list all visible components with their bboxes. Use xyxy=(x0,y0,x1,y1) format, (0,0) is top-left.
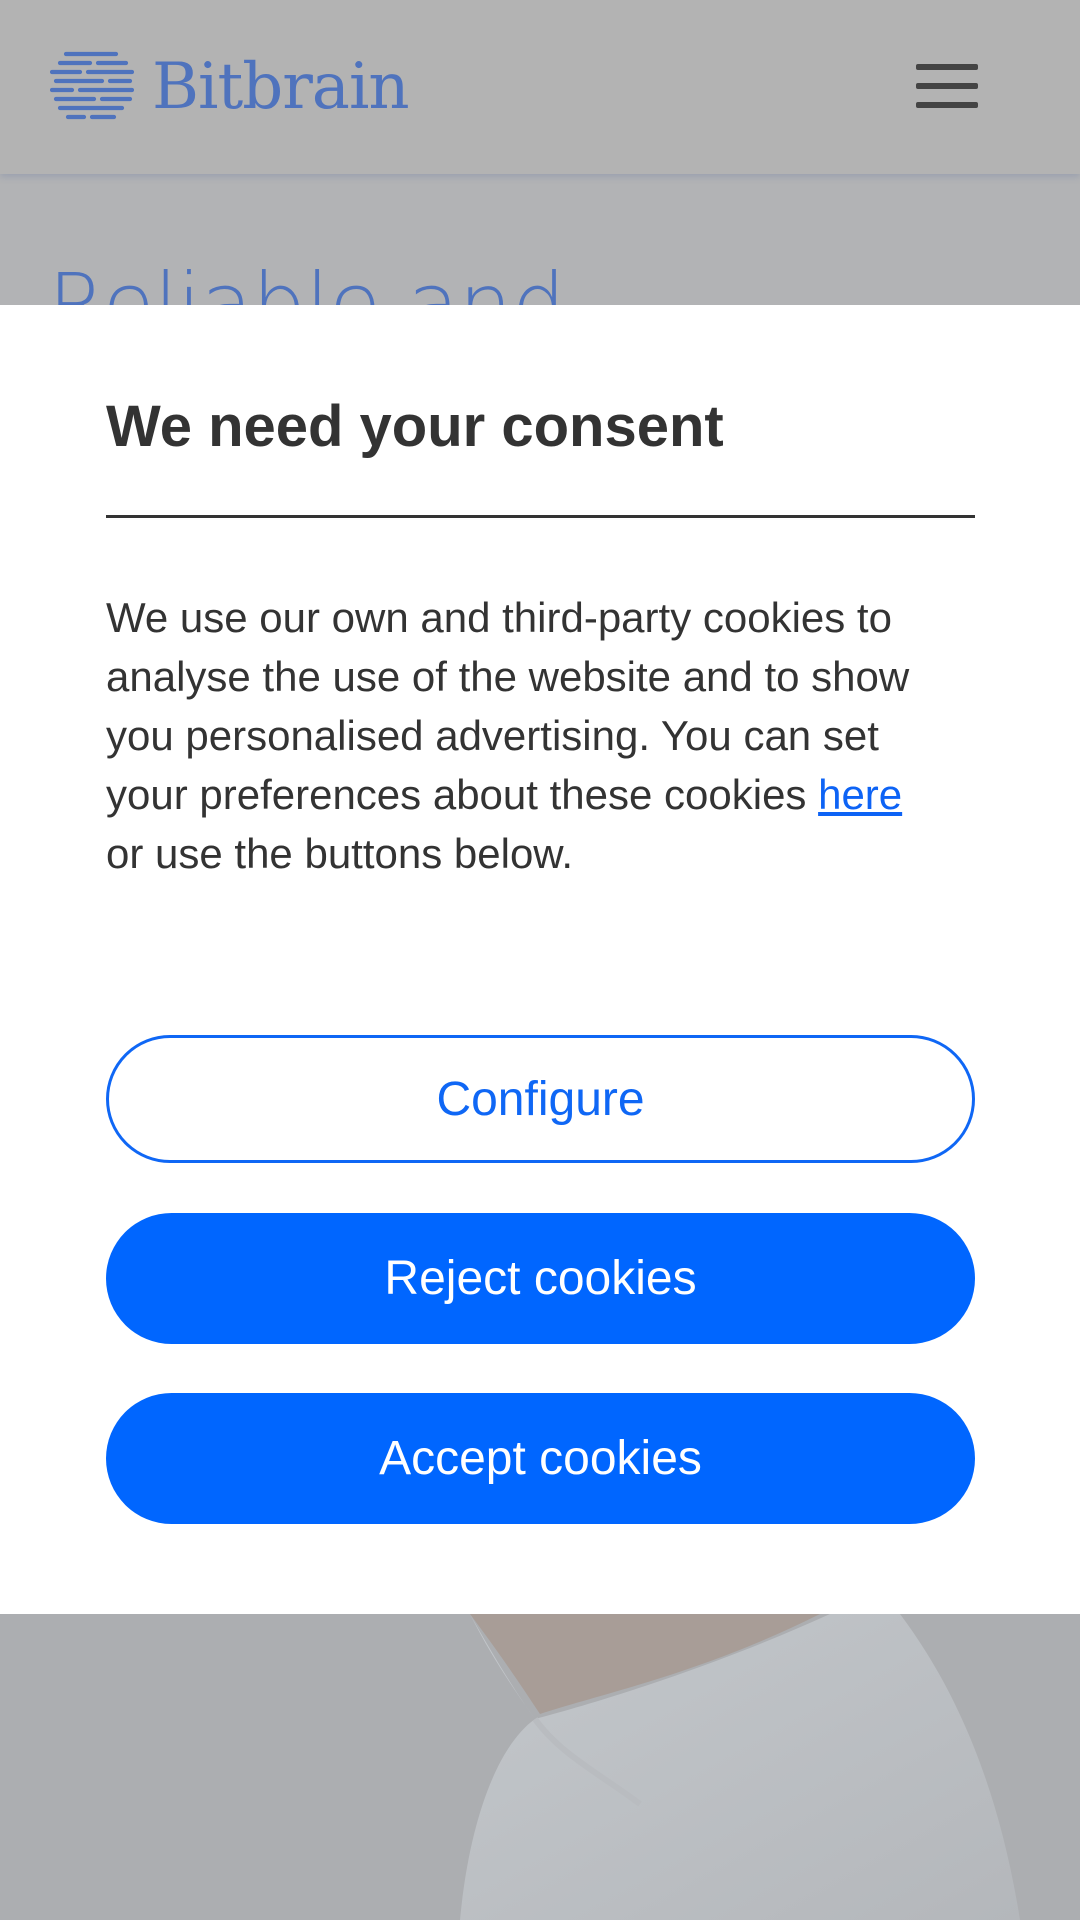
consent-text-line: you personalised advertising. You can se… xyxy=(106,712,879,759)
consent-text-fragment: your preferences about these cookies xyxy=(106,771,819,818)
menu-bar xyxy=(916,102,978,108)
consent-divider xyxy=(106,515,975,518)
reject-cookies-button[interactable]: Reject cookies xyxy=(106,1213,975,1344)
site-header: Bitbrain xyxy=(0,0,1080,174)
hero-image xyxy=(0,1614,1080,1920)
person-photo-image xyxy=(0,1614,1080,1920)
consent-text-line: or use the buttons below. xyxy=(106,830,573,877)
consent-title: We need your consent xyxy=(106,394,724,459)
consent-description: We use our own and third-party cookies t… xyxy=(106,588,1006,883)
logo-text: Bitbrain xyxy=(152,50,410,124)
configure-button[interactable]: Configure xyxy=(106,1035,975,1163)
menu-bar xyxy=(916,64,978,70)
consent-text-line-with-link: your preferences about these cookies her… xyxy=(106,765,1006,824)
consent-text-line: We use our own and third-party cookies t… xyxy=(106,594,892,641)
menu-bar xyxy=(916,83,978,89)
accept-cookies-button[interactable]: Accept cookies xyxy=(106,1393,975,1524)
bitbrain-logo-icon xyxy=(50,51,134,120)
hamburger-menu-icon[interactable] xyxy=(916,62,980,110)
bitbrain-logo[interactable]: Bitbrain xyxy=(50,50,410,124)
preferences-here-link[interactable]: here xyxy=(818,771,902,818)
consent-text-line: analyse the use of the website and to sh… xyxy=(106,653,910,700)
